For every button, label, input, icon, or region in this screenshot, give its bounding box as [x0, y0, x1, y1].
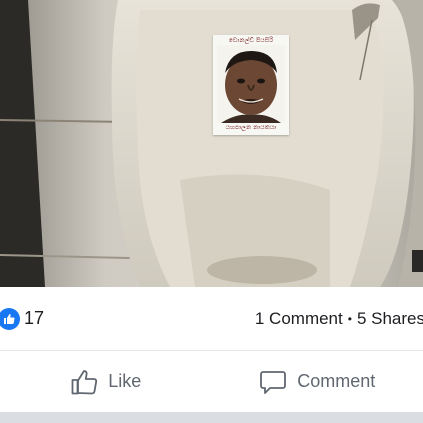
comment-button-label: Comment — [297, 371, 376, 391]
like-icon — [0, 307, 20, 330]
engagement-stats-bar: 17 1 Comment • 5 Shares — [0, 287, 423, 351]
separator-dot: • — [347, 311, 352, 326]
face-portrait — [217, 45, 285, 123]
poster-caption-top: ඩොනල්ඩ් පියසිරි — [228, 37, 274, 44]
feed-separator — [0, 412, 423, 423]
post-photo[interactable]: ඩොනල්ඩ් පියසිරි යහපාලන නායකයා — [0, 0, 423, 287]
photo-scene — [0, 0, 423, 287]
comment-count-link[interactable]: 1 Comment — [255, 309, 343, 329]
comment-button[interactable]: Comment — [212, 368, 423, 396]
like-button[interactable]: Like — [0, 368, 212, 396]
comments-shares-summary: 1 Comment • 5 Shares — [255, 309, 423, 329]
share-count-link[interactable]: 5 Shares — [357, 309, 423, 329]
speech-bubble-icon — [260, 370, 287, 394]
face-poster: ඩොනල්ඩ් පියසිරි යහපාලන නායකයා — [213, 35, 289, 135]
reaction-count: 17 — [24, 308, 45, 328]
post-action-bar: Like Comment — [0, 351, 423, 412]
thumbs-up-icon — [71, 369, 98, 394]
like-button-label: Like — [108, 371, 142, 391]
reactions-summary[interactable]: 17 — [0, 307, 45, 330]
poster-caption-bottom: යහපාලන නායකයා — [225, 124, 277, 131]
